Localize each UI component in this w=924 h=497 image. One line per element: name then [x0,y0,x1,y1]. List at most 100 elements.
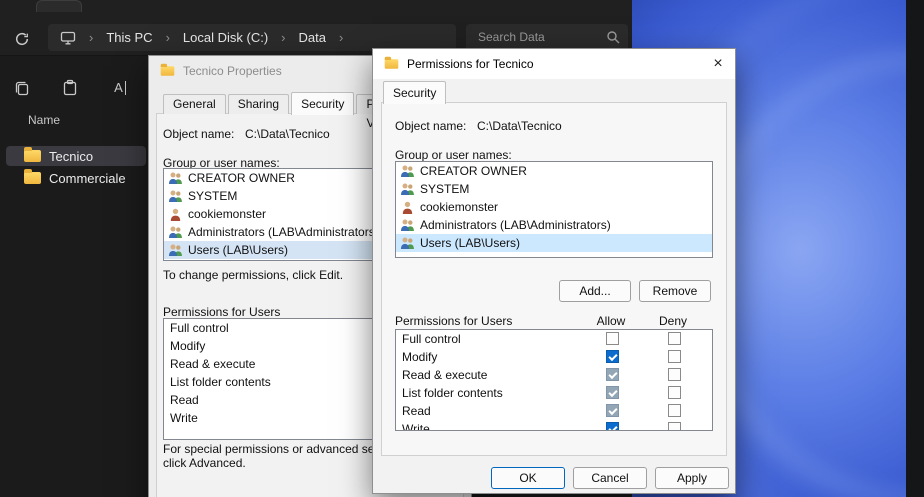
permission-row: Full control [396,330,712,348]
object-name-value: C:\Data\Tecnico [245,127,330,141]
allow-checkbox[interactable] [606,386,619,399]
breadcrumb-item-data[interactable]: Data [299,30,326,45]
dialog-title: Tecnico Properties [183,64,282,78]
group-name: CREATOR OWNER [420,164,527,178]
group-name: CREATOR OWNER [188,171,295,185]
group-icon [400,219,415,232]
copy-icon [13,79,31,97]
copy-button[interactable] [10,76,34,100]
allow-column-header: Allow [591,314,631,328]
user-icon [168,208,183,221]
dialog-title: Permissions for Tecnico [407,57,534,71]
background-window-edge [906,0,924,497]
chevron-right-icon: › [89,30,93,45]
breadcrumb: › This PC › Local Disk (C:) › Data › [48,24,456,51]
group-name: Users (LAB\Users) [420,236,520,250]
permissions-dialog: Permissions for Tecnico × Security Objec… [372,48,736,494]
group-list-item[interactable]: Administrators (LAB\Administrators) [396,216,712,234]
chevron-down-icon[interactable]: › [339,30,343,45]
folder-icon [24,172,41,184]
permission-label: Full control [402,330,461,348]
folder-icon [385,59,399,69]
object-name-label: Object name: [395,119,466,133]
refresh-icon [14,31,30,47]
permission-label: List folder contents [402,384,503,402]
permission-row: Read & execute [396,366,712,384]
add-button[interactable]: Add... [559,280,631,302]
breadcrumb-item-local-disk[interactable]: Local Disk (C:) [183,30,268,45]
search-box[interactable] [466,24,628,51]
permission-label: Write [170,409,198,427]
permission-label: Modify [402,348,437,366]
breadcrumb-item-this-pc[interactable]: This PC [106,30,152,45]
rename-button[interactable]: A [108,76,132,100]
group-name: cookiemonster [420,200,498,214]
folder-row-commerciale[interactable]: Commerciale [6,168,146,188]
group-list-item[interactable]: SYSTEM [396,180,712,198]
name-column-header[interactable]: Name [28,113,60,127]
object-name-label: Object name: [163,127,234,141]
desktop: › This PC › Local Disk (C:) › Data › [0,0,924,497]
folder-row-tecnico[interactable]: Tecnico [6,146,146,166]
folder-icon [24,150,41,162]
permission-label: List folder contents [170,373,271,391]
permission-label: Read [170,391,199,409]
deny-checkbox[interactable] [668,368,681,381]
edit-hint: To change permissions, click Edit. [163,268,343,282]
folder-name: Tecnico [49,149,93,164]
deny-checkbox[interactable] [668,386,681,399]
monitor-icon [60,31,76,45]
permission-row: List folder contents [396,384,712,402]
paste-icon [61,79,79,97]
permissions-list: Full control Modify Read & execute List … [395,329,713,431]
dialog-titlebar[interactable]: Permissions for Tecnico × [373,49,735,79]
group-icon [168,244,183,257]
group-list-item[interactable]: CREATOR OWNER [396,162,712,180]
apply-button[interactable]: Apply [655,467,729,489]
tab-general[interactable]: General [163,94,226,114]
group-list: CREATOR OWNER SYSTEM cookiemonster Admin… [395,161,713,258]
deny-checkbox[interactable] [668,350,681,363]
paste-button[interactable] [58,76,82,100]
group-icon [168,190,183,203]
tab-security[interactable]: Security [383,81,446,104]
deny-column-header: Deny [653,314,693,328]
allow-checkbox[interactable] [606,332,619,345]
tab-strip: Security [383,81,448,103]
explorer-tab[interactable] [36,0,82,12]
rename-icon: A [114,81,126,95]
advanced-hint-line2: click Advanced. [163,456,246,470]
folder-name: Commerciale [49,171,126,186]
group-list-label: Group or user names: [395,148,512,162]
permission-label: Modify [170,337,205,355]
group-list-item[interactable]: Users (LAB\Users) [396,234,712,252]
permissions-label: Permissions for Users [395,314,512,328]
permission-row: Modify [396,348,712,366]
group-name: SYSTEM [420,182,469,196]
ok-button[interactable]: OK [491,467,565,489]
permission-row: Read [396,402,712,420]
tab-security[interactable]: Security [291,92,354,115]
group-name: cookiemonster [188,207,266,221]
allow-checkbox[interactable] [606,422,619,431]
group-list-item[interactable]: cookiemonster [396,198,712,216]
deny-checkbox[interactable] [668,332,681,345]
deny-checkbox[interactable] [668,404,681,417]
search-input[interactable] [476,29,606,45]
tab-sharing[interactable]: Sharing [228,94,289,114]
permission-label: Read & execute [170,355,255,373]
deny-checkbox[interactable] [668,422,681,431]
refresh-button[interactable] [12,29,32,49]
chevron-right-icon: › [166,30,170,45]
close-button[interactable]: × [705,52,731,76]
cancel-button[interactable]: Cancel [573,467,647,489]
remove-button[interactable]: Remove [639,280,711,302]
permission-label: Full control [170,319,229,337]
allow-checkbox[interactable] [606,368,619,381]
allow-checkbox[interactable] [606,350,619,363]
group-icon [168,226,183,239]
group-name: Administrators (LAB\Administrators) [188,225,379,239]
permissions-label: Permissions for Users [163,305,280,319]
group-icon [168,172,183,185]
allow-checkbox[interactable] [606,404,619,417]
